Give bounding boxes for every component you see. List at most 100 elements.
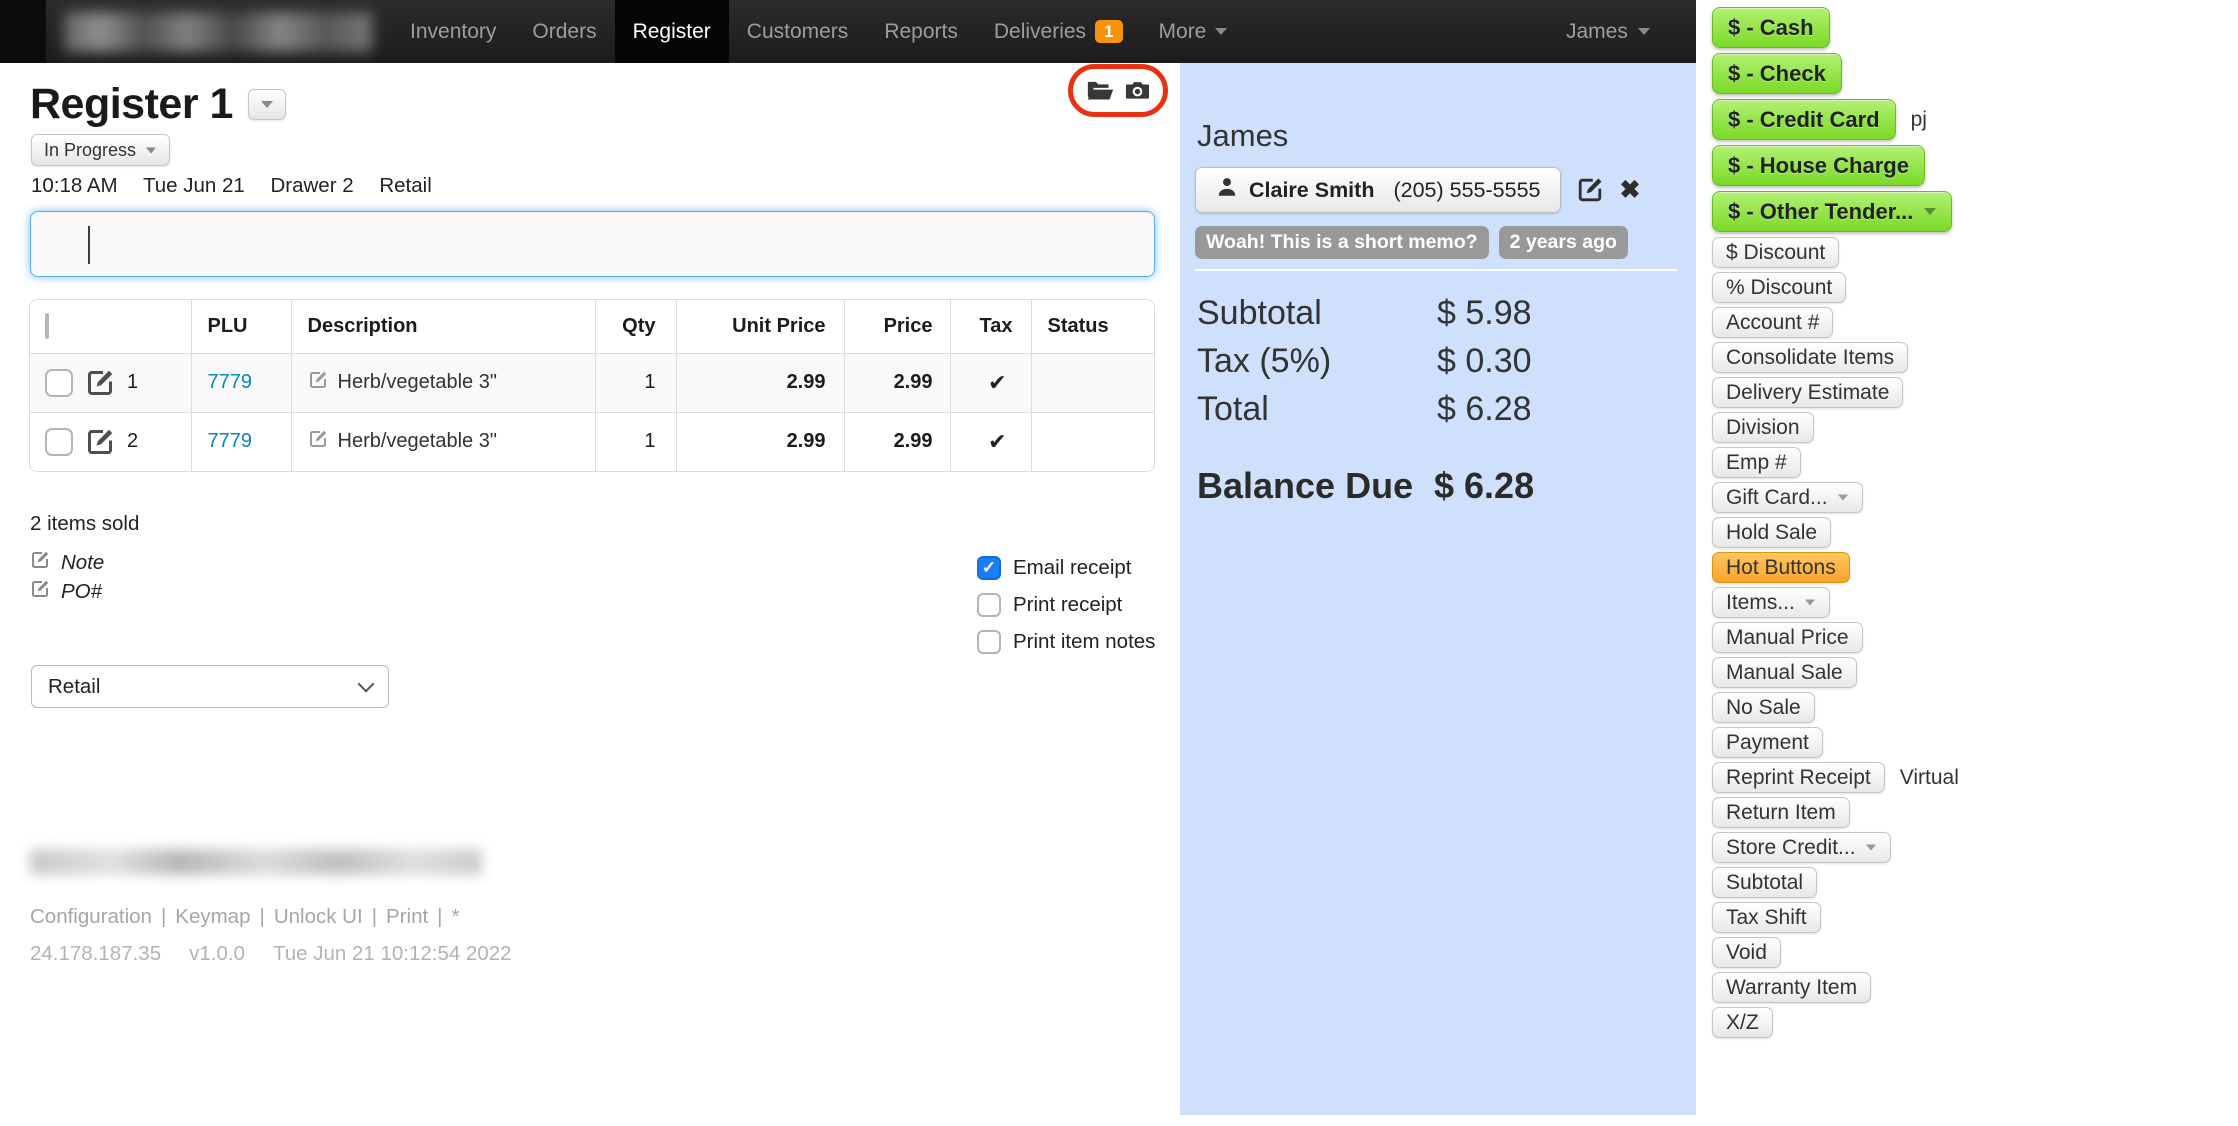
memo-badge: Woah! This is a short memo? (1195, 226, 1489, 259)
sale-items-table: PLU Description Qty Unit Price Price Tax… (29, 299, 1155, 472)
tender-cash-button[interactable]: $ - Cash (1712, 7, 1830, 48)
account-number-button[interactable]: Account # (1712, 307, 1834, 338)
clerk-name: James (1197, 118, 1289, 153)
footer-meta: 24.178.187.35 v1.0.0 Tue Jun 21 10:12:54 2… (30, 942, 540, 966)
nav-item-reports[interactable]: Reports (866, 0, 976, 63)
register-dropdown-button[interactable] (247, 89, 286, 120)
gift-card-button[interactable]: Gift Card... (1712, 482, 1863, 513)
user-menu[interactable]: James (1566, 0, 1650, 63)
remove-customer-icon[interactable]: ✖ (1619, 175, 1640, 205)
hold-sale-button[interactable]: Hold Sale (1712, 517, 1832, 548)
register-date: Tue Jun 21 (142, 174, 245, 197)
footer-ip: 24.178.187.35 (30, 942, 162, 965)
navbar-menu: Inventory Orders Register Customers Repo… (392, 0, 1245, 63)
payment-panel: James Claire Smith (205) 555-5555 ✖ Woah… (1180, 63, 1696, 1115)
consolidate-items-button[interactable]: Consolidate Items (1712, 342, 1909, 373)
item-status (1030, 352, 1154, 413)
camera-icon[interactable] (1124, 80, 1151, 101)
customer-phone: (205) 555-5555 (1393, 177, 1541, 202)
col-header-unit-price: Unit Price (675, 300, 845, 354)
subtotal-button[interactable]: Subtotal (1712, 867, 1818, 898)
plu-link[interactable]: 7779 (208, 430, 253, 452)
manual-sale-button[interactable]: Manual Sale (1712, 657, 1857, 688)
plu-link[interactable]: 7779 (208, 371, 253, 393)
table-row: 1 7779 Herb/vegetable 3" 1 2.99 2.99 ✔ (30, 352, 1154, 413)
return-item-button[interactable]: Return Item (1712, 797, 1850, 828)
note-label: Note (61, 551, 105, 574)
credit-card-suffix: pj (1910, 107, 1927, 131)
customer-row: Claire Smith (205) 555-5555 ✖ (1195, 167, 1640, 213)
footer-link-print[interactable]: Print (386, 905, 428, 928)
register-title-row: Register 1 (30, 80, 286, 129)
nav-item-register[interactable]: Register (614, 0, 729, 63)
nav-item-more[interactable]: More (1141, 0, 1246, 63)
edit-icon[interactable] (308, 370, 328, 396)
chevron-down-icon (1865, 844, 1876, 851)
emp-number-button[interactable]: Emp # (1712, 447, 1801, 478)
print-receipt-checkbox[interactable] (977, 592, 1001, 617)
payment-button[interactable]: Payment (1712, 727, 1823, 758)
store-credit-button[interactable]: Store Credit... (1712, 832, 1891, 863)
sale-type-value: Retail (48, 674, 101, 698)
person-icon (1216, 176, 1238, 204)
scan-input[interactable] (31, 212, 1154, 276)
void-button[interactable]: Void (1712, 937, 1781, 968)
no-sale-button[interactable]: No Sale (1712, 692, 1815, 723)
nav-item-inventory[interactable]: Inventory (392, 0, 514, 63)
warranty-item-button[interactable]: Warranty Item (1712, 972, 1872, 1003)
select-all-checkbox[interactable] (45, 312, 49, 339)
edit-icon[interactable] (308, 429, 328, 455)
customer-button[interactable]: Claire Smith (205) 555-5555 (1195, 167, 1562, 213)
items-button[interactable]: Items... (1712, 587, 1830, 618)
print-item-notes-option: Print item notes (977, 623, 1155, 660)
dollar-discount-button[interactable]: $ Discount (1712, 237, 1840, 268)
note-field[interactable]: Note (30, 550, 104, 576)
scan-input-wrapper (30, 211, 1155, 277)
totals-block: Subtotal $ 5.98 Tax (5%) $ 0.30 Total $ … (1197, 289, 1532, 433)
subtotal-value: $ 5.98 (1437, 293, 1532, 332)
tender-check-button[interactable]: $ - Check (1712, 53, 1842, 94)
xz-button[interactable]: X/Z (1712, 1007, 1773, 1038)
receipt-options: ✓ Email receipt Print receipt Print item… (977, 549, 1155, 660)
nav-item-deliveries[interactable]: Deliveries 1 (976, 0, 1141, 63)
chevron-down-icon (1837, 494, 1848, 501)
edit-customer-icon[interactable] (1576, 176, 1604, 204)
hot-buttons-button[interactable]: Hot Buttons (1712, 552, 1850, 583)
print-item-notes-checkbox[interactable] (977, 629, 1001, 654)
manual-price-button[interactable]: Manual Price (1712, 622, 1863, 653)
register-time: 10:18 AM (31, 174, 118, 197)
status-dropdown-button[interactable]: In Progress (31, 134, 171, 166)
footer-link-configuration[interactable]: Configuration (30, 905, 152, 928)
chevron-down-icon (145, 147, 157, 153)
edit-icon[interactable] (85, 427, 115, 457)
percent-discount-button[interactable]: % Discount (1712, 272, 1847, 303)
nav-item-orders[interactable]: Orders (514, 0, 614, 63)
chevron-down-icon (260, 101, 273, 108)
delivery-estimate-button[interactable]: Delivery Estimate (1712, 377, 1904, 408)
open-folder-icon[interactable] (1086, 79, 1115, 102)
division-button[interactable]: Division (1712, 412, 1814, 443)
divider (1195, 269, 1677, 271)
row-checkbox[interactable] (45, 427, 73, 456)
balance-due-label: Balance Due (1197, 465, 1414, 506)
tax-shift-button[interactable]: Tax Shift (1712, 902, 1821, 933)
tender-credit-card-button[interactable]: $ - Credit Card (1712, 99, 1896, 140)
row-number: 1 (127, 371, 139, 393)
item-status (1030, 411, 1154, 471)
reprint-receipt-button[interactable]: Reprint Receipt (1712, 762, 1885, 793)
edit-icon[interactable] (85, 368, 115, 398)
memo-age-badge: 2 years ago (1498, 226, 1628, 259)
footer-link-unlock-ui[interactable]: Unlock UI (274, 905, 363, 928)
tender-house-charge-button[interactable]: $ - House Charge (1712, 145, 1925, 186)
col-header-status: Status (1030, 300, 1154, 354)
row-checkbox[interactable] (45, 368, 73, 397)
footer-link-keymap[interactable]: Keymap (175, 905, 250, 928)
po-number-field[interactable]: PO# (30, 579, 102, 605)
email-receipt-label: Email receipt (1013, 555, 1132, 579)
table-row: 2 7779 Herb/vegetable 3" 1 2.99 2.99 ✔ (30, 411, 1154, 471)
email-receipt-checkbox[interactable]: ✓ (977, 555, 1001, 580)
nav-item-customers[interactable]: Customers (729, 0, 867, 63)
tender-other-button[interactable]: $ - Other Tender... (1712, 191, 1953, 232)
footer-link-asterisk[interactable]: * (452, 905, 460, 928)
sale-type-select[interactable]: Retail (31, 665, 389, 708)
